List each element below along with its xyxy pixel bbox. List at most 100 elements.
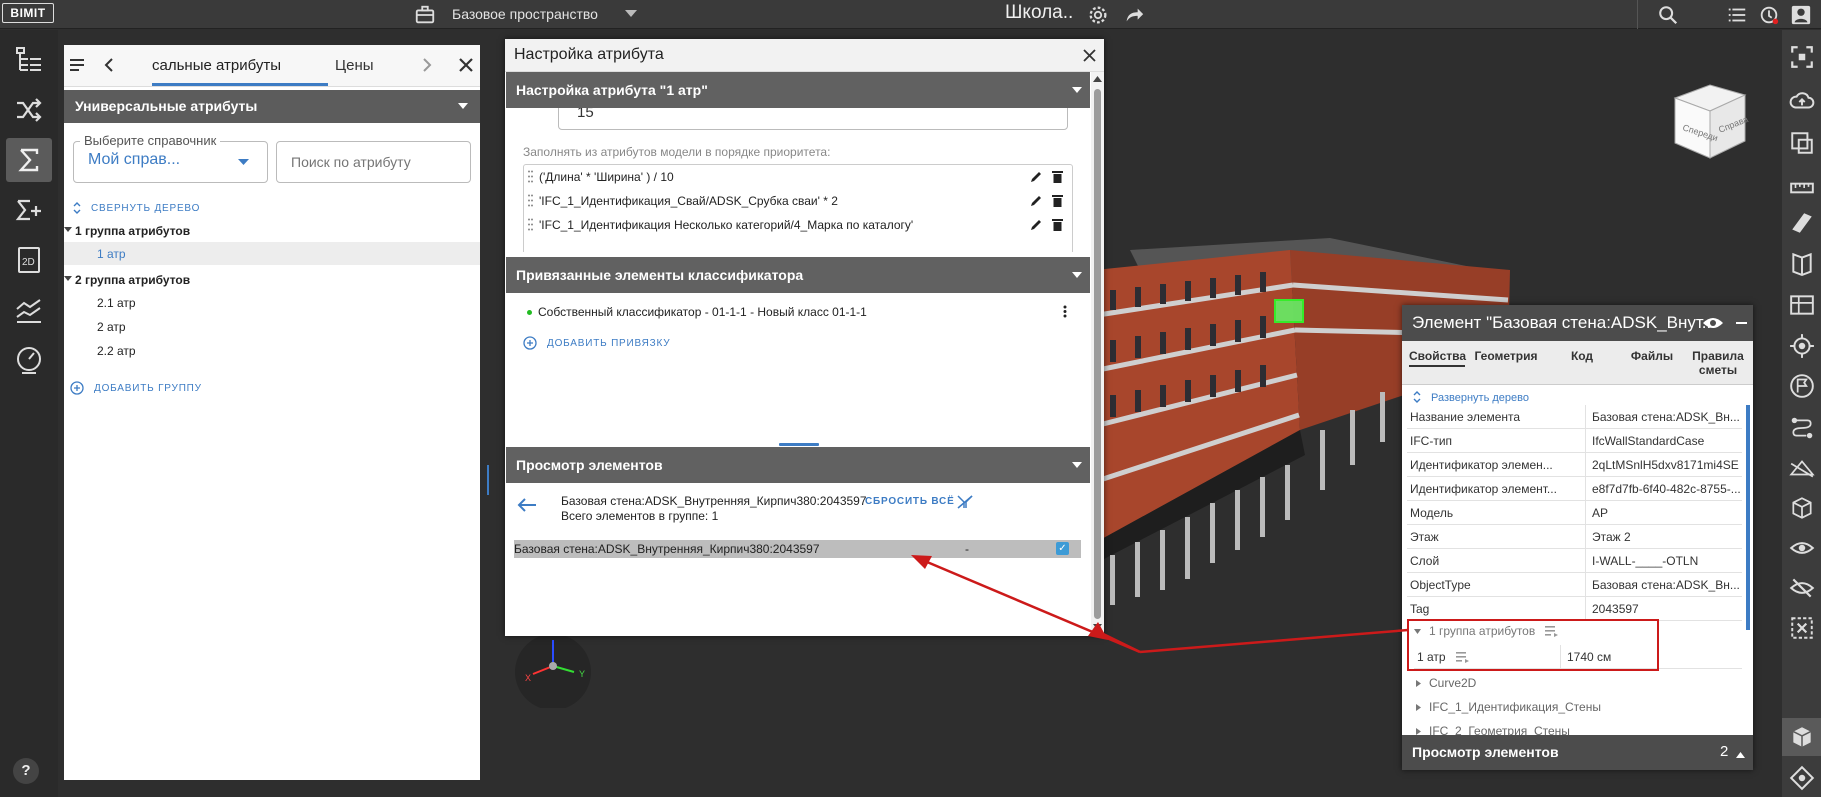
properties-footer[interactable]: Просмотр элементов bbox=[1402, 735, 1753, 770]
delete-trash-icon[interactable] bbox=[1052, 218, 1063, 231]
tab-code[interactable]: Код bbox=[1562, 349, 1602, 363]
app-logo[interactable]: BIMIT bbox=[2, 3, 54, 23]
sum-plus-button[interactable] bbox=[6, 188, 52, 232]
chevron-right-icon[interactable] bbox=[422, 58, 432, 72]
cross-section-icon[interactable] bbox=[1789, 455, 1815, 481]
tab-estimate-rules[interactable]: Правила сметы bbox=[1684, 349, 1752, 377]
caret-right-icon[interactable] bbox=[1416, 680, 1421, 687]
flag-circle-icon[interactable] bbox=[1789, 373, 1815, 399]
tree-group-1[interactable]: 1 группа атрибутов bbox=[75, 224, 190, 238]
back-arrow-icon[interactable] bbox=[517, 498, 537, 512]
close-icon[interactable] bbox=[458, 57, 474, 73]
locate-icon[interactable] bbox=[1789, 333, 1815, 359]
chevron-down-icon[interactable] bbox=[458, 103, 468, 110]
box-3d-icon[interactable] bbox=[1789, 724, 1815, 750]
tree-item-1-atr[interactable]: 1 атр bbox=[97, 247, 126, 261]
rule-row[interactable]: 'IFC_1_Идентификация_Свай/ADSK_Срубка св… bbox=[526, 189, 1076, 213]
chevron-down-icon[interactable] bbox=[1072, 272, 1082, 279]
edit-pencil-icon[interactable] bbox=[1030, 170, 1043, 183]
scroll-down-icon[interactable] bbox=[1093, 624, 1102, 630]
gear-icon[interactable] bbox=[1087, 4, 1109, 26]
attribute-group-header[interactable]: 1 группа атрибутов bbox=[1429, 624, 1535, 638]
section-header-attribute[interactable]: Настройка атрибута "1 атр" bbox=[506, 72, 1090, 108]
gauge-button[interactable] bbox=[6, 338, 52, 382]
minimize-icon[interactable] bbox=[1736, 322, 1747, 324]
section-header-classifier[interactable]: Привязанные элементы классификатора bbox=[506, 257, 1090, 293]
caret-down-icon[interactable] bbox=[64, 276, 72, 282]
properties-scrollbar[interactable] bbox=[1746, 405, 1750, 630]
chevron-left-icon[interactable] bbox=[104, 58, 114, 72]
more-vert-icon[interactable] bbox=[1063, 305, 1067, 318]
focus-frame-icon[interactable] bbox=[1789, 44, 1815, 70]
add-group-button[interactable]: ДОБАВИТЬ ГРУППУ bbox=[94, 383, 202, 394]
eye-off-icon[interactable] bbox=[1789, 575, 1815, 601]
edit-pencil-icon[interactable] bbox=[1030, 218, 1043, 231]
attribute-group-item[interactable]: IFC_2_Геометрия_Стены bbox=[1429, 724, 1570, 735]
collapse-tree-button[interactable]: СВЕРНУТЬ ДЕРЕВО bbox=[91, 203, 200, 214]
tree-item-2-atr[interactable]: 2 атр bbox=[97, 320, 126, 334]
tree-group-2[interactable]: 2 группа атрибутов bbox=[75, 273, 190, 287]
caret-down-icon[interactable] bbox=[1414, 629, 1421, 634]
eye-icon[interactable] bbox=[1789, 535, 1815, 561]
tab-prices[interactable]: Цены bbox=[335, 57, 374, 74]
plane-cut-icon[interactable] bbox=[1789, 210, 1815, 236]
2d-button[interactable]: 2D bbox=[6, 238, 52, 282]
rule-row[interactable]: 'IFC_1_Идентификация Несколько категорий… bbox=[526, 213, 1076, 237]
shuffle-button[interactable] bbox=[6, 88, 52, 132]
edit-pencil-icon[interactable] bbox=[1030, 194, 1043, 207]
menu-icon[interactable] bbox=[70, 58, 86, 72]
section-header[interactable]: Универсальные атрибуты bbox=[64, 90, 480, 123]
tree-item-2-1-atr[interactable]: 2.1 атр bbox=[97, 296, 136, 310]
attribute-group-item[interactable]: IFC_1_Идентификация_Стены bbox=[1429, 700, 1601, 714]
caret-right-icon[interactable] bbox=[1416, 728, 1421, 735]
chevron-down-icon[interactable] bbox=[1072, 462, 1082, 469]
user-icon[interactable] bbox=[1790, 4, 1812, 26]
expand-tree-button[interactable]: Развернуть дерево bbox=[1431, 392, 1529, 404]
cloud-upload-icon[interactable] bbox=[1789, 88, 1815, 114]
caret-down-icon[interactable] bbox=[64, 227, 72, 233]
book-icon[interactable] bbox=[1789, 250, 1815, 276]
tree-item-selected[interactable] bbox=[64, 242, 480, 265]
tab-files[interactable]: Файлы bbox=[1622, 349, 1682, 363]
eye-icon[interactable] bbox=[1702, 316, 1724, 330]
classifier-item[interactable]: Собственный классификатор - 01-1-1 - Нов… bbox=[538, 305, 867, 319]
attribute-group-item[interactable]: Curve2D bbox=[1429, 676, 1476, 690]
model-tree-button[interactable] bbox=[6, 38, 52, 82]
table-icon[interactable] bbox=[1789, 292, 1815, 318]
add-binding-button[interactable]: ДОБАВИТЬ ПРИВЯЗКУ bbox=[547, 338, 670, 349]
tab-universal-attributes[interactable]: сальные атрибуты bbox=[152, 57, 352, 74]
project-title[interactable]: Школа.. bbox=[1005, 2, 1073, 24]
split-handle[interactable] bbox=[779, 443, 819, 446]
chevron-down-icon[interactable] bbox=[1072, 87, 1082, 94]
drag-handle-icon[interactable] bbox=[528, 170, 533, 183]
ruler-icon[interactable] bbox=[1789, 175, 1815, 201]
caret-right-icon[interactable] bbox=[1416, 704, 1421, 711]
scrollbar-thumb[interactable] bbox=[1094, 89, 1101, 619]
rule-row[interactable]: ('Длина' * 'Ширина' ) / 10 bbox=[526, 165, 1076, 189]
tree-item-2-2-atr[interactable]: 2.2 атр bbox=[97, 344, 136, 358]
search-icon[interactable] bbox=[1657, 4, 1679, 26]
notifications-icon[interactable] bbox=[1758, 4, 1780, 26]
scroll-up-icon[interactable] bbox=[1093, 76, 1102, 82]
chevron-up-icon[interactable] bbox=[1736, 752, 1745, 758]
filter-off-icon[interactable] bbox=[957, 495, 973, 509]
delete-trash-icon[interactable] bbox=[1052, 194, 1063, 207]
close-icon[interactable] bbox=[1083, 49, 1096, 62]
help-button[interactable]: ? bbox=[13, 758, 39, 784]
sum-button[interactable] bbox=[6, 138, 52, 182]
tab-properties[interactable]: Свойства bbox=[1409, 349, 1466, 363]
view-cube[interactable]: Спереди Справа bbox=[1670, 83, 1750, 163]
share-arrow-icon[interactable] bbox=[1123, 4, 1145, 26]
drag-handle-icon[interactable] bbox=[528, 194, 533, 207]
cube-icon[interactable] bbox=[1789, 495, 1815, 521]
value-input[interactable]: 15 bbox=[558, 108, 1068, 130]
drag-handle-icon[interactable] bbox=[528, 218, 533, 231]
network-icon[interactable] bbox=[1789, 765, 1815, 791]
delete-trash-icon[interactable] bbox=[1052, 170, 1063, 183]
section-header-elements[interactable]: Просмотр элементов bbox=[506, 447, 1090, 483]
list-icon[interactable] bbox=[1726, 4, 1748, 26]
close-box-icon[interactable] bbox=[1789, 615, 1815, 641]
reset-all-button[interactable]: СБРОСИТЬ ВСЁ bbox=[865, 496, 955, 507]
resize-handle[interactable] bbox=[487, 465, 489, 495]
workspace-select[interactable]: Базовое пространство bbox=[440, 0, 645, 29]
